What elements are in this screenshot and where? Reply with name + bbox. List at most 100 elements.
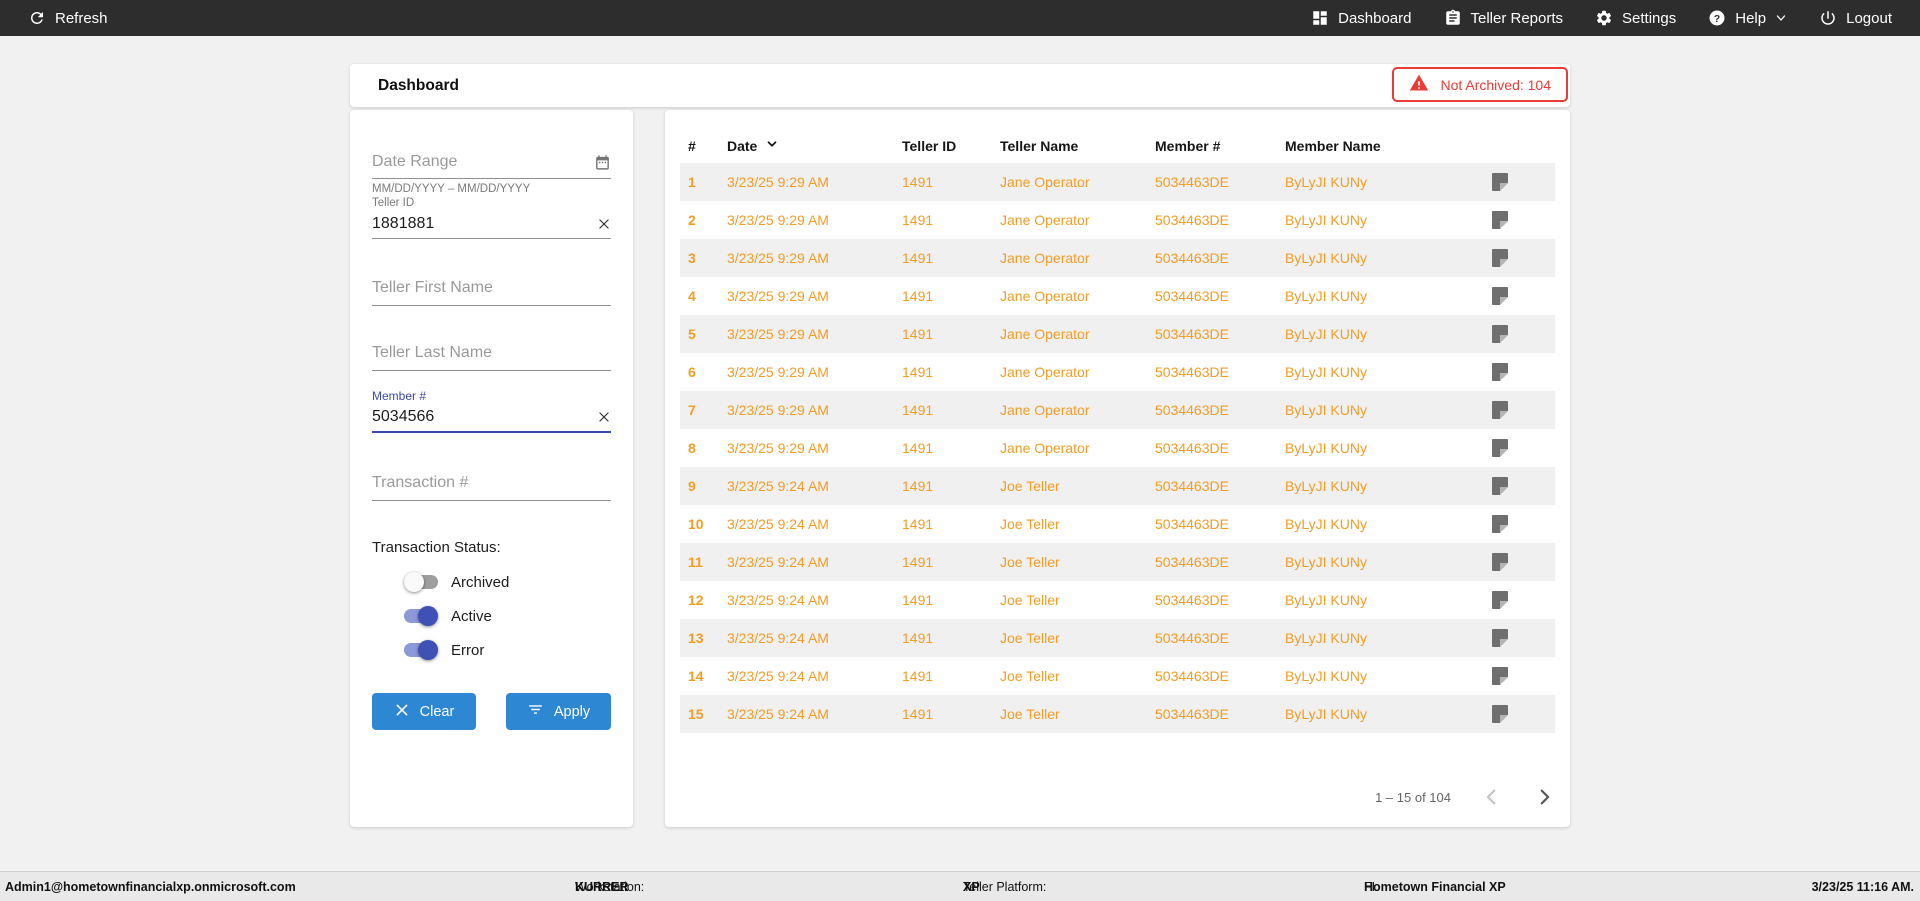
table-row[interactable]: 10 3/23/25 9:24 AM 1491 Joe Teller 5034463DE…	[680, 505, 1555, 543]
cell-row-number: 7	[688, 402, 696, 418]
table-row[interactable]: 7 3/23/25 9:29 AM 1491 Jane Operator 5034463…	[680, 391, 1555, 429]
toggle-error[interactable]: Error	[404, 638, 484, 662]
note-icon[interactable]	[1492, 173, 1508, 191]
note-icon[interactable]	[1492, 325, 1508, 343]
table-row[interactable]: 13 3/23/25 9:24 AM 1491 Joe Teller 5034463DE…	[680, 619, 1555, 657]
column-header-member-name[interactable]: Member Name	[1285, 138, 1492, 154]
cell-teller-name: Joe Teller	[1000, 592, 1060, 608]
teller-first-name-input[interactable]	[372, 278, 611, 297]
sort-desc-icon	[765, 137, 779, 154]
clear-teller-id-icon[interactable]	[597, 217, 611, 231]
note-icon[interactable]	[1492, 439, 1508, 457]
note-icon[interactable]	[1492, 591, 1508, 609]
row-actions-cell	[1492, 591, 1555, 609]
toggle-label: Active	[451, 607, 492, 625]
member-number-input[interactable]	[372, 407, 597, 426]
table-row[interactable]: 5 3/23/25 9:29 AM 1491 Jane Operator 5034463…	[680, 315, 1555, 353]
teller-last-name-input[interactable]	[372, 343, 611, 362]
table-row[interactable]: 6 3/23/25 9:29 AM 1491 Jane Operator 5034463…	[680, 353, 1555, 391]
refresh-button[interactable]: Refresh	[28, 9, 108, 27]
table-row[interactable]: 3 3/23/25 9:29 AM 1491 Jane Operator 5034463…	[680, 239, 1555, 277]
nav-label: Dashboard	[1338, 9, 1412, 27]
cell-member-name: ByLyJI KUNy	[1285, 402, 1367, 418]
teller-id-label: Teller ID	[372, 197, 415, 209]
teller-first-name-field	[372, 270, 611, 306]
apply-button[interactable]: Apply	[506, 693, 611, 730]
row-actions-cell	[1492, 325, 1555, 343]
cell-row-number: 8	[688, 440, 696, 456]
cell-teller-name: Jane Operator	[1000, 288, 1090, 304]
nav-teller-reports[interactable]: Teller Reports	[1444, 9, 1563, 27]
previous-page-icon[interactable]	[1481, 786, 1503, 808]
table-row[interactable]: 8 3/23/25 9:29 AM 1491 Jane Operator 5034463…	[680, 429, 1555, 467]
cell-date: 3/23/25 9:24 AM	[727, 478, 829, 494]
cell-member-name: ByLyJI KUNy	[1285, 288, 1367, 304]
note-icon[interactable]	[1492, 287, 1508, 305]
transaction-number-field	[372, 465, 611, 501]
apply-button-label: Apply	[553, 703, 591, 720]
table-row[interactable]: 4 3/23/25 9:29 AM 1491 Jane Operator 5034463…	[680, 277, 1555, 315]
column-header-teller-name[interactable]: Teller Name	[1000, 138, 1155, 154]
toggle-active[interactable]: Active	[404, 604, 492, 628]
toggle-switch-icon	[404, 606, 438, 626]
nav-settings[interactable]: Settings	[1595, 9, 1676, 27]
cell-teller-id: 1491	[902, 402, 934, 418]
cell-row-number: 5	[688, 326, 696, 342]
cell-row-number: 14	[688, 668, 704, 684]
note-icon[interactable]	[1492, 667, 1508, 685]
calendar-icon[interactable]	[594, 154, 611, 171]
teller-platform-status: Teller Platform: XP	[963, 880, 1046, 894]
nav-label: Logout	[1846, 9, 1892, 27]
cell-teller-name: Joe Teller	[1000, 554, 1060, 570]
table-row[interactable]: 9 3/23/25 9:24 AM 1491 Joe Teller 5034463DE B…	[680, 467, 1555, 505]
cell-date: 3/23/25 9:24 AM	[727, 706, 829, 722]
note-icon[interactable]	[1492, 249, 1508, 267]
note-icon[interactable]	[1492, 629, 1508, 647]
transaction-number-input[interactable]	[372, 473, 611, 492]
next-page-icon[interactable]	[1533, 786, 1555, 808]
nav-logout[interactable]: Logout	[1819, 9, 1892, 27]
table-row[interactable]: 15 3/23/25 9:24 AM 1491 Joe Teller 5034463DE…	[680, 695, 1555, 733]
column-header-number[interactable]: #	[680, 138, 727, 154]
toggle-archived[interactable]: Archived	[404, 570, 509, 594]
not-archived-badge[interactable]: Not Archived: 104	[1392, 67, 1568, 102]
note-icon[interactable]	[1492, 477, 1508, 495]
cell-teller-name: Jane Operator	[1000, 440, 1090, 456]
cell-row-number: 10	[688, 516, 704, 532]
cell-date: 3/23/25 9:29 AM	[727, 326, 829, 342]
cell-row-number: 12	[688, 592, 704, 608]
cell-member-number: 5034463DE	[1155, 630, 1229, 646]
nav-dashboard[interactable]: Dashboard	[1311, 9, 1412, 27]
workstation-label: Workstation:	[575, 879, 645, 894]
cell-member-number: 5034463DE	[1155, 174, 1229, 190]
cell-row-number: 4	[688, 288, 696, 304]
member-number-label: Member #	[372, 389, 427, 403]
nav-help[interactable]: ? Help	[1708, 9, 1787, 27]
cell-teller-name: Joe Teller	[1000, 630, 1060, 646]
table-row[interactable]: 12 3/23/25 9:24 AM 1491 Joe Teller 5034463DE…	[680, 581, 1555, 619]
note-icon[interactable]	[1492, 705, 1508, 723]
table-row[interactable]: 2 3/23/25 9:29 AM 1491 Jane Operator 5034463…	[680, 201, 1555, 239]
note-icon[interactable]	[1492, 363, 1508, 381]
note-icon[interactable]	[1492, 553, 1508, 571]
teller-id-input[interactable]	[372, 214, 597, 233]
note-icon[interactable]	[1492, 401, 1508, 419]
table-row[interactable]: 14 3/23/25 9:24 AM 1491 Joe Teller 5034463DE…	[680, 657, 1555, 695]
row-actions-cell	[1492, 249, 1555, 267]
page-title: Dashboard	[378, 76, 459, 94]
date-range-input[interactable]	[372, 153, 594, 171]
table-row[interactable]: 1 3/23/25 9:29 AM 1491 Jane Operator 5034463…	[680, 163, 1555, 201]
note-icon[interactable]	[1492, 211, 1508, 229]
cell-teller-name: Joe Teller	[1000, 706, 1060, 722]
note-icon[interactable]	[1492, 515, 1508, 533]
clear-member-number-icon[interactable]	[597, 410, 611, 424]
cell-row-number: 9	[688, 478, 696, 494]
column-header-teller-id[interactable]: Teller ID	[902, 138, 1000, 154]
column-header-date[interactable]: Date	[727, 137, 902, 154]
row-actions-cell	[1492, 363, 1555, 381]
column-header-member-number[interactable]: Member #	[1155, 138, 1285, 154]
table-row[interactable]: 11 3/23/25 9:24 AM 1491 Joe Teller 5034463DE…	[680, 543, 1555, 581]
filter-icon	[527, 701, 544, 722]
clear-button[interactable]: Clear	[372, 693, 476, 730]
date-range-hint: MM/DD/YYYY – MM/DD/YYYY	[372, 183, 531, 195]
